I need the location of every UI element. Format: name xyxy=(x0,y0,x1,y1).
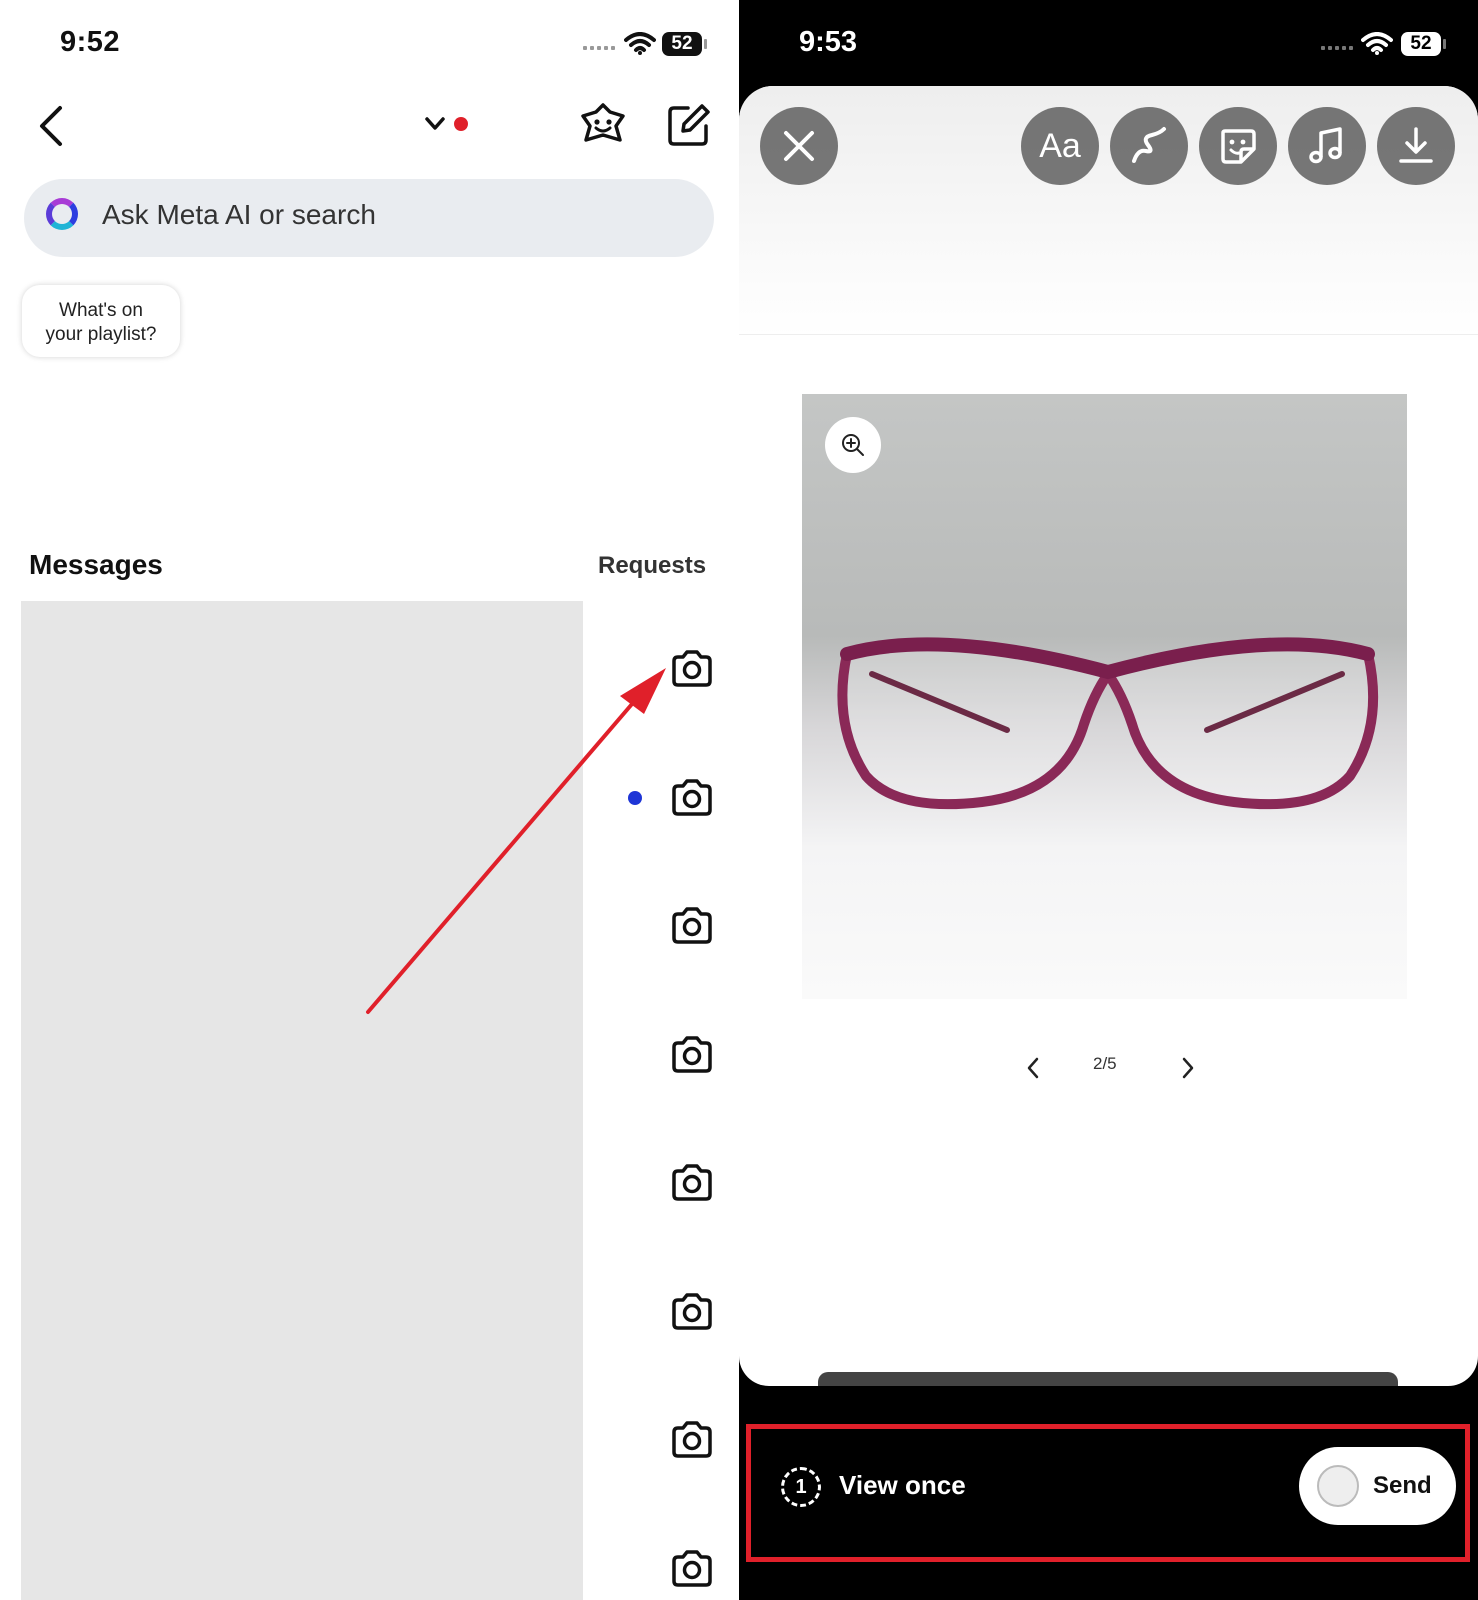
camera-icon[interactable] xyxy=(670,1420,714,1460)
music-tool-button[interactable] xyxy=(1288,107,1366,185)
download-button[interactable] xyxy=(1377,107,1455,185)
search-placeholder[interactable]: Ask Meta AI or search xyxy=(102,199,376,231)
notification-dot xyxy=(454,117,468,131)
eyeglasses-image xyxy=(837,637,1379,810)
chevron-left-icon[interactable] xyxy=(1025,1056,1041,1080)
close-icon xyxy=(784,131,814,161)
sticker-tool-button[interactable] xyxy=(1199,107,1277,185)
zoom-in-icon xyxy=(842,434,864,456)
draw-icon xyxy=(1132,127,1166,163)
messages-heading: Messages xyxy=(29,549,163,580)
wifi-icon xyxy=(1361,32,1393,55)
product-photo-eyeglasses xyxy=(802,394,1407,999)
text-tool-button[interactable]: Aa xyxy=(1021,107,1099,185)
image-pager-count: 2/5 xyxy=(1093,1054,1117,1073)
status-time: 9:52 xyxy=(60,26,121,58)
camera-icon[interactable] xyxy=(670,1549,714,1589)
zoom-button[interactable] xyxy=(825,417,881,473)
music-icon xyxy=(1309,127,1342,164)
annotation-arrow xyxy=(366,668,666,1014)
view-once-icon[interactable]: 1 xyxy=(781,1467,821,1507)
text-icon: Aa xyxy=(1039,126,1081,165)
send-label[interactable]: Send xyxy=(1373,1472,1432,1500)
bottom-sheet-edge xyxy=(818,1372,1398,1386)
draw-tool-button[interactable] xyxy=(1110,107,1188,185)
battery-tip xyxy=(1443,39,1446,49)
sticker-icon xyxy=(1221,129,1256,164)
camera-icon[interactable] xyxy=(670,906,714,946)
wifi-icon xyxy=(624,32,656,55)
inbox-screen: 9:52 52 Ask Meta AI or search What's on … xyxy=(0,0,739,1600)
view-once-toggle[interactable]: View once xyxy=(839,1470,966,1501)
camera-icon[interactable] xyxy=(670,778,714,818)
battery-indicator: 52 xyxy=(1401,32,1441,56)
requests-link[interactable]: Requests xyxy=(598,552,706,580)
avatar xyxy=(1317,1465,1359,1507)
camera-icon[interactable] xyxy=(670,1163,714,1203)
chevron-right-icon[interactable] xyxy=(1180,1056,1196,1080)
compose-icon[interactable] xyxy=(666,102,712,148)
chevron-down-icon[interactable] xyxy=(424,116,446,132)
close-button[interactable] xyxy=(760,107,838,185)
back-arrow-icon[interactable] xyxy=(36,104,66,148)
note-line-2: your playlist? xyxy=(45,324,157,345)
meta-ai-studio-icon[interactable] xyxy=(580,102,626,148)
note-bubble[interactable]: What's on your playlist? xyxy=(22,285,180,357)
status-time: 9:53 xyxy=(799,26,858,58)
cellular-signal-icon xyxy=(583,46,615,50)
canvas-divider xyxy=(739,334,1478,335)
battery-indicator: 52 xyxy=(662,32,702,56)
camera-icon[interactable] xyxy=(670,1035,714,1075)
note-line-1: What's on xyxy=(59,300,143,321)
cellular-signal-icon xyxy=(1321,46,1353,50)
meta-ai-icon xyxy=(46,198,78,230)
canvas-top-shade xyxy=(739,86,1478,336)
battery-tip xyxy=(704,39,707,49)
camera-icon[interactable] xyxy=(670,1292,714,1332)
story-editor-screen: 9:53 52 Aa 2/5 1 View once Send xyxy=(739,0,1478,1600)
download-icon xyxy=(1399,127,1433,163)
camera-icon[interactable] xyxy=(670,649,714,689)
